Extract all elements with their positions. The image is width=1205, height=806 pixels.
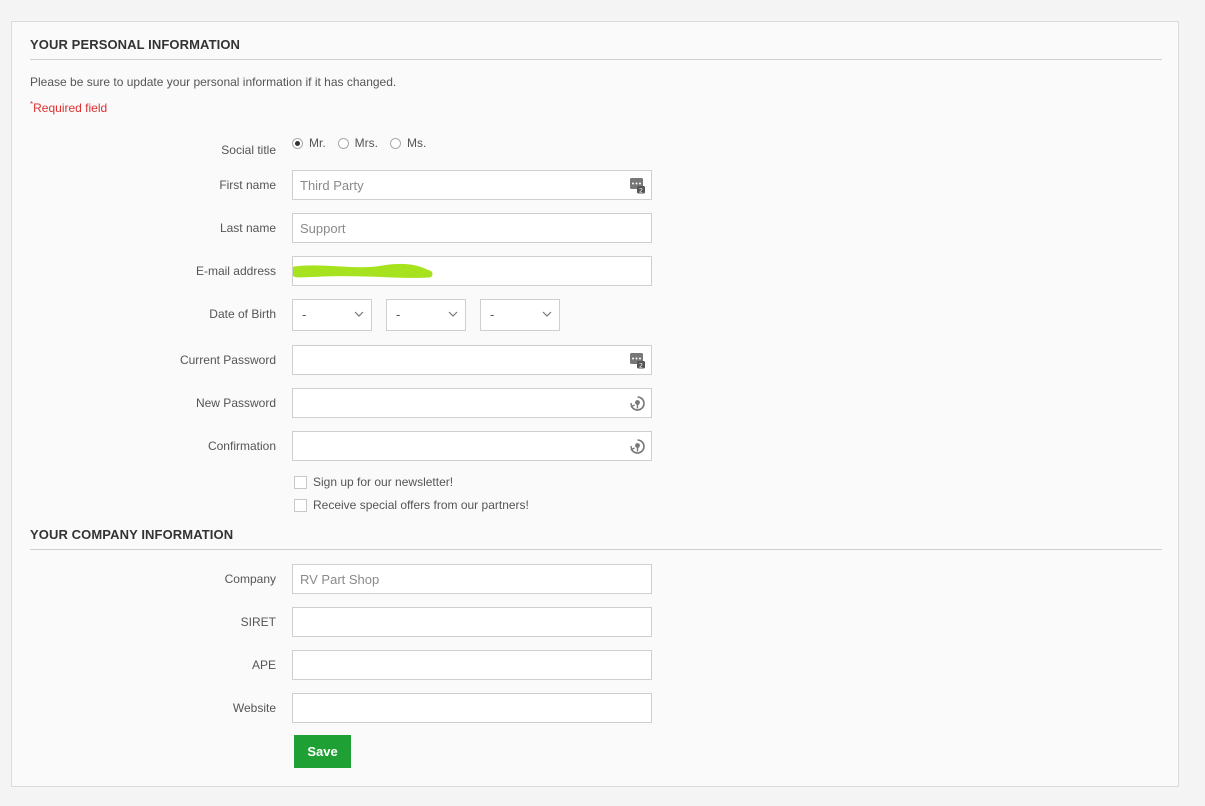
last-name-value: Support	[300, 221, 346, 236]
new-password-input[interactable]	[292, 388, 652, 418]
social-title-label: Social title	[221, 143, 276, 157]
dob-month-select[interactable]: -	[386, 299, 466, 331]
radio-mr-label: Mr.	[309, 136, 326, 150]
ape-label: APE	[251, 658, 276, 672]
confirmation-input[interactable]	[292, 431, 652, 461]
last-name-label: Last name	[219, 221, 276, 235]
current-password-row: Current Password 2	[12, 345, 712, 375]
ape-input[interactable]	[292, 650, 652, 680]
key-refresh-icon[interactable]	[629, 438, 646, 455]
personal-info-heading: YOUR PERSONAL INFORMATION	[30, 37, 1162, 60]
first-name-label: First name	[219, 178, 276, 192]
first-name-value: Third Party	[300, 178, 364, 193]
new-password-label: New Password	[195, 396, 276, 410]
dob-label: Date of Birth	[209, 307, 276, 321]
social-title-radio-group: Mr. Mrs. Ms.	[292, 136, 438, 150]
new-password-row: New Password	[12, 388, 712, 418]
radio-ms[interactable]: Ms.	[390, 136, 426, 150]
company-row: Company RV Part Shop	[12, 564, 712, 594]
radio-mrs-circle[interactable]	[337, 137, 349, 149]
email-row: E-mail address	[12, 256, 712, 286]
partners-checkbox[interactable]	[294, 498, 307, 512]
confirmation-label: Confirmation	[207, 439, 276, 453]
company-label: Company	[224, 572, 276, 586]
password-manager-icon[interactable]: 2	[629, 177, 646, 194]
dob-year-select[interactable]: -	[480, 299, 560, 331]
ape-row: APE	[12, 650, 712, 680]
email-input[interactable]	[292, 256, 652, 286]
radio-ms-label: Ms.	[407, 136, 427, 150]
current-password-label: Current Password	[179, 353, 276, 367]
save-button[interactable]: Save	[294, 735, 351, 768]
dob-row: Date of Birth - - -	[12, 299, 712, 331]
svg-text:2: 2	[639, 361, 643, 369]
chevron-down-icon	[448, 311, 458, 317]
social-title-row: Social title Mr. Mrs. Ms.	[12, 135, 712, 165]
newsletter-option[interactable]: Sign up for our newsletter!	[294, 475, 453, 489]
newsletter-checkbox[interactable]	[294, 475, 307, 489]
last-name-input[interactable]: Support	[292, 213, 652, 243]
siret-row: SIRET	[12, 607, 712, 637]
newsletter-label: Sign up for our newsletter!	[313, 475, 454, 489]
required-field-note: *Required field	[30, 100, 107, 115]
key-refresh-icon[interactable]	[629, 395, 646, 412]
dob-year-value: -	[490, 307, 495, 322]
first-name-row: First name Third Party 2	[12, 170, 712, 200]
confirmation-row: Confirmation	[12, 431, 712, 461]
dob-day-select[interactable]: -	[292, 299, 372, 331]
company-input[interactable]: RV Part Shop	[292, 564, 652, 594]
svg-text:2: 2	[639, 186, 643, 194]
siret-input[interactable]	[292, 607, 652, 637]
redaction-scribble	[293, 263, 433, 278]
chevron-down-icon	[542, 311, 552, 317]
website-input[interactable]	[292, 693, 652, 723]
radio-mr-circle[interactable]	[292, 137, 303, 149]
website-row: Website	[12, 693, 712, 723]
radio-mr[interactable]: Mr.	[292, 136, 326, 150]
current-password-input[interactable]: 2	[292, 345, 652, 375]
password-manager-icon[interactable]: 2	[629, 352, 646, 369]
partners-option[interactable]: Receive special offers from our partners…	[294, 498, 529, 512]
last-name-row: Last name Support	[12, 213, 712, 243]
company-info-heading: YOUR COMPANY INFORMATION	[30, 527, 1162, 550]
radio-mrs[interactable]: Mrs.	[337, 136, 378, 150]
radio-mrs-label: Mrs.	[354, 136, 378, 150]
required-text: Required field	[33, 101, 108, 115]
first-name-input[interactable]: Third Party 2	[292, 170, 652, 200]
dob-month-value: -	[396, 307, 401, 322]
email-label: E-mail address	[195, 264, 276, 278]
siret-label: SIRET	[240, 615, 276, 629]
intro-text: Please be sure to update your personal i…	[30, 75, 397, 89]
partners-label: Receive special offers from our partners…	[313, 498, 529, 512]
company-value: RV Part Shop	[300, 572, 380, 587]
account-form-panel: YOUR PERSONAL INFORMATION Please be sure…	[11, 21, 1179, 787]
dob-day-value: -	[302, 307, 307, 322]
chevron-down-icon	[354, 311, 364, 317]
radio-ms-circle[interactable]	[390, 137, 401, 149]
website-label: Website	[232, 701, 276, 715]
